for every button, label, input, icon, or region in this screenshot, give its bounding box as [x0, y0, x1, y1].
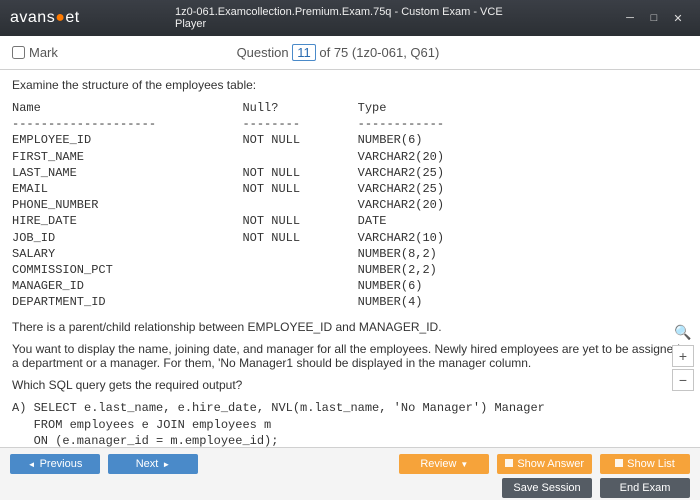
table-structure: Name Null? Type -------------------- ---… — [12, 100, 688, 310]
square-icon — [615, 454, 623, 474]
show-list-label: Show List — [627, 454, 675, 474]
footer-bar: Previous Next Review Show Answer Show Li… — [0, 448, 700, 500]
question-para1: There is a parent/child relationship bet… — [12, 320, 688, 334]
square-icon — [505, 454, 513, 474]
app-logo: avans●et — [10, 9, 80, 27]
chevron-left-icon — [28, 454, 36, 475]
review-label: Review — [420, 454, 456, 474]
save-session-label: Save Session — [513, 478, 580, 498]
magnifier-icon: 🔍 — [672, 321, 694, 343]
logo-o-icon: ● — [55, 9, 65, 26]
zoom-controls: 🔍 + − — [672, 321, 696, 391]
logo-text: avans — [10, 9, 55, 26]
question-of-text: of 75 (1z0-061, Q61) — [319, 45, 439, 60]
question-indicator: Question 11 of 75 (1z0-061, Q61) — [237, 44, 440, 61]
close-icon[interactable]: ✕ — [666, 8, 690, 28]
question-header-bar: Mark Question 11 of 75 (1z0-061, Q61) — [0, 36, 700, 70]
option-a[interactable]: A) SELECT e.last_name, e.hire_date, NVL(… — [12, 400, 688, 448]
end-exam-label: End Exam — [620, 478, 671, 498]
question-content: Examine the structure of the employees t… — [0, 70, 700, 448]
save-session-button[interactable]: Save Session — [502, 478, 592, 498]
window-title: 1z0-061.Examcollection.Premium.Exam.75q … — [175, 6, 525, 30]
zoom-in-button[interactable]: + — [672, 345, 694, 367]
show-list-button[interactable]: Show List — [600, 454, 690, 474]
chevron-down-icon — [460, 454, 468, 475]
question-word: Question — [237, 45, 289, 60]
minimize-icon[interactable]: ─ — [618, 8, 642, 28]
show-answer-button[interactable]: Show Answer — [497, 454, 592, 474]
end-exam-button[interactable]: End Exam — [600, 478, 690, 498]
question-number: 11 — [292, 44, 316, 61]
question-para2: You want to display the name, joining da… — [12, 342, 688, 370]
previous-button[interactable]: Previous — [10, 454, 100, 474]
review-button[interactable]: Review — [399, 454, 489, 474]
mark-checkbox[interactable] — [12, 46, 25, 59]
mark-checkbox-area[interactable]: Mark — [12, 45, 58, 60]
next-label: Next — [136, 454, 159, 474]
show-answer-label: Show Answer — [517, 454, 584, 474]
next-button[interactable]: Next — [108, 454, 198, 474]
previous-label: Previous — [40, 454, 83, 474]
question-para3: Which SQL query gets the required output… — [12, 378, 688, 392]
maximize-icon[interactable]: □ — [642, 8, 666, 28]
mark-label: Mark — [29, 45, 58, 60]
zoom-out-button[interactable]: − — [672, 369, 694, 391]
question-intro: Examine the structure of the employees t… — [12, 78, 688, 92]
window-controls: ─ □ ✕ — [618, 8, 690, 28]
chevron-right-icon — [162, 454, 170, 475]
logo-text2: et — [65, 9, 79, 26]
title-bar: avans●et 1z0-061.Examcollection.Premium.… — [0, 0, 700, 36]
